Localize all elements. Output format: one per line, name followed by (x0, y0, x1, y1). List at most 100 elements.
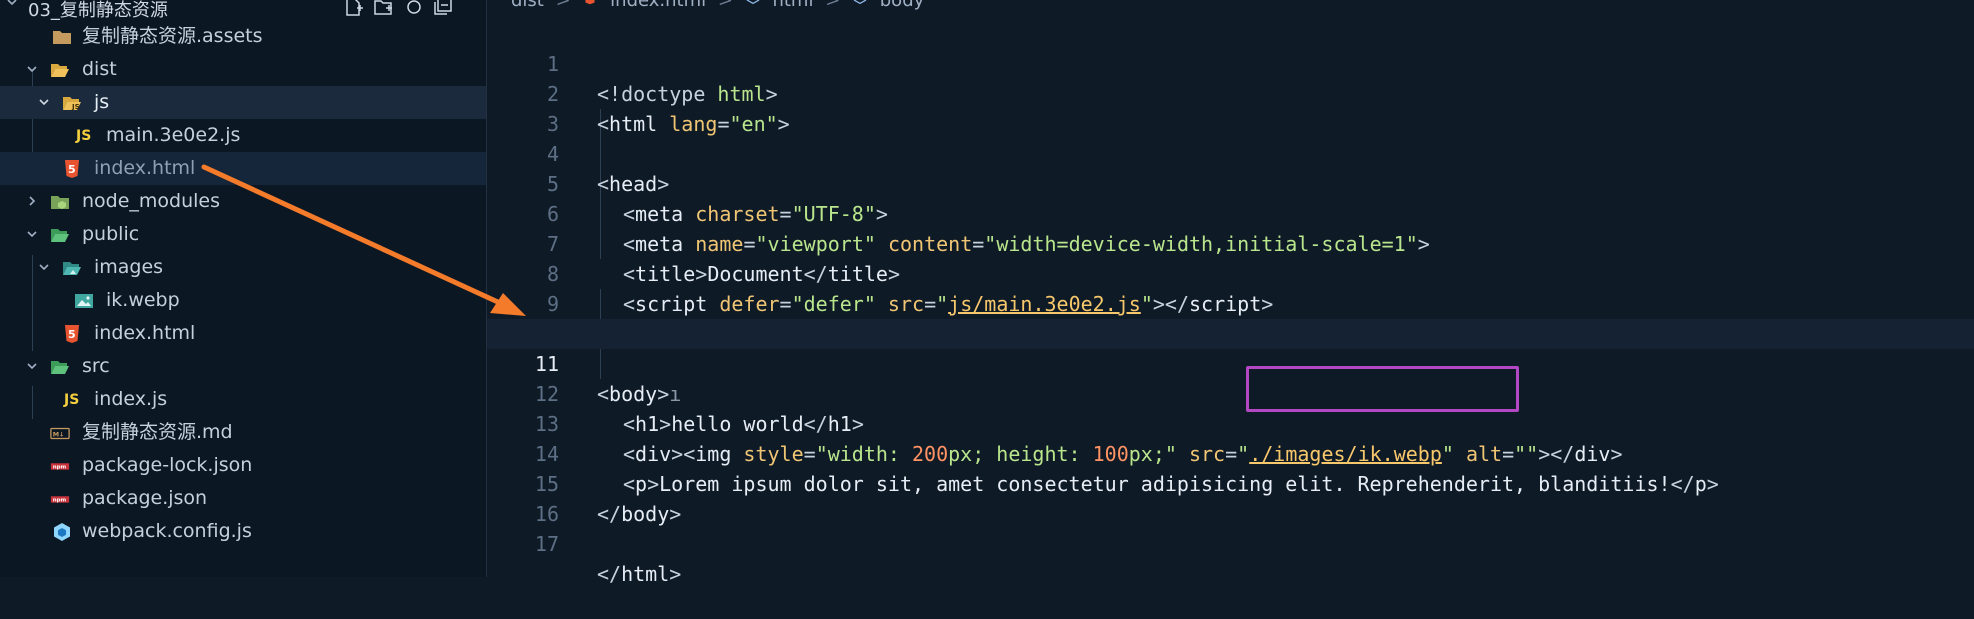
code-line[interactable]: 8 <script defer="defer" src="js/main.3e0… (487, 229, 1974, 316)
tree-item-node-modules-folder[interactable]: node_modules (0, 185, 486, 218)
markdown-file-icon: M↓ (50, 427, 70, 440)
svg-text:JS: JS (71, 103, 80, 111)
tree-item-ik-webp[interactable]: ik.webp (0, 284, 486, 317)
chevron-down-icon (7, 0, 17, 6)
tree-item-markdown-file[interactable]: M↓ 复制静态资源.md (0, 416, 486, 449)
chevron-right-icon: > (825, 0, 841, 11)
explorer-sidebar: 03_复制静态资源 复制静态资源.assets dist JS js JS ma… (0, 0, 487, 577)
tree-item-assets-folder[interactable]: 复制静态资源.assets (0, 20, 486, 53)
code-line[interactable]: 13 <div><img style="width: 200px; height… (487, 379, 1974, 466)
folder-icon (53, 31, 71, 44)
breadcrumb-item-dist[interactable]: dist (511, 0, 544, 11)
tree-item-package-json[interactable]: npm package.json (0, 482, 486, 515)
tree-item-label: images (94, 256, 164, 278)
code-line[interactable]: 1 <!doctype html> (487, 19, 1974, 106)
tree-item-label: webpack.config.js (82, 520, 252, 542)
highlight-box-annotation (1246, 366, 1519, 412)
line-number: 17 (534, 532, 559, 556)
tree-item-label: 复制静态资源.assets (82, 25, 263, 47)
chevron-right-icon: > (555, 0, 571, 11)
tree-item-label: 复制静态资源.md (82, 421, 233, 443)
tree-item-label: dist (82, 58, 117, 80)
tree-item-public-index-html[interactable]: 5 index.html (0, 317, 486, 350)
node-folder-icon (51, 196, 69, 209)
tree-item-js-folder[interactable]: JS js (0, 86, 486, 119)
new-file-icon[interactable] (344, 0, 364, 16)
tree-item-label: index.js (94, 388, 168, 410)
folder-open-icon (51, 361, 69, 374)
npm-file-icon: npm (50, 463, 70, 471)
js-file-icon: JS (76, 128, 92, 144)
collapse-all-icon[interactable] (434, 0, 454, 16)
chevron-right-icon: > (717, 0, 733, 11)
html-file-icon: 5 (65, 325, 79, 343)
html-file-icon: 5 (65, 160, 79, 178)
svg-text:npm: npm (53, 498, 67, 504)
svg-text:npm: npm (53, 465, 67, 471)
code-line[interactable]: 9 </head> (487, 259, 1974, 346)
chevron-right-icon (29, 196, 36, 206)
explorer-root-header[interactable]: 03_复制静态资源 (0, 0, 486, 21)
code-editor[interactable]: dist > 5 index.html > html > body 1 <!do… (487, 0, 1974, 586)
code-line[interactable]: 4 <head> (487, 109, 1974, 196)
svg-text:5: 5 (68, 328, 76, 341)
tree-item-src-folder[interactable]: src (0, 350, 486, 383)
code-line[interactable]: 2 <html lang="en"> (487, 49, 1974, 136)
new-folder-icon[interactable] (374, 0, 394, 16)
code-line[interactable]: 12 <h1>hello world</h1> (487, 349, 1974, 436)
code-text: </html> (597, 562, 682, 586)
code-line[interactable]: 3 (487, 79, 1974, 136)
code-line[interactable]: 14 <p>Lorem ipsum dolor sit, amet consec… (487, 409, 1974, 496)
tree-item-label: index.html (94, 322, 196, 344)
chevron-down-icon (27, 363, 37, 370)
tree-item-dist-index-html[interactable]: 5 index.html (0, 152, 486, 185)
tree-item-label: src (82, 355, 110, 377)
tree-item-label: js (94, 91, 110, 113)
chevron-down-icon (39, 264, 49, 271)
breadcrumb-item-html[interactable]: html (772, 0, 813, 11)
chevron-down-icon (39, 99, 49, 106)
code-line[interactable]: 10 (487, 289, 1974, 346)
refresh-icon[interactable] (404, 0, 424, 16)
tree-item-public-folder[interactable]: public (0, 218, 486, 251)
breadcrumb: dist > 5 index.html > html > body (511, 0, 924, 13)
folder-open-icon (51, 229, 69, 242)
tree-item-src-index-js[interactable]: JS index.js (0, 383, 486, 416)
chevron-down-icon (27, 231, 37, 238)
tree-item-images-folder[interactable]: images (0, 251, 486, 284)
tree-item-dist-folder[interactable]: dist (0, 53, 486, 86)
explorer-root-label: 03_复制静态资源 (28, 0, 168, 21)
tree-item-label: ik.webp (106, 289, 180, 311)
tree-item-label: index.html (94, 157, 196, 179)
image-folder-icon (63, 262, 81, 275)
code-line[interactable]: 15 </body> (487, 439, 1974, 526)
html-file-icon: 5 (585, 0, 596, 5)
code-line[interactable]: 5 <meta charset="UTF-8"> (487, 139, 1974, 226)
code-line[interactable]: 7 <title>Document</title> (487, 199, 1974, 286)
breadcrumb-item-file[interactable]: index.html (610, 0, 706, 11)
code-line[interactable]: 6 <meta name="viewport" content="width=d… (487, 169, 1974, 256)
js-file-icon: JS (64, 392, 80, 408)
tree-item-webpack-config[interactable]: webpack.config.js (0, 515, 486, 548)
code-line[interactable]: 16 (487, 469, 1974, 526)
folder-open-js-icon: JS (63, 97, 81, 111)
tree-item-label: package-lock.json (82, 454, 253, 476)
breadcrumb-item-body[interactable]: body (880, 0, 925, 11)
webpack-file-icon (54, 523, 70, 541)
tree-item-package-lock-json[interactable]: npm package-lock.json (0, 449, 486, 482)
tree-item-label: node_modules (82, 190, 221, 212)
tree-item-main-js[interactable]: JS main.3e0e2.js (0, 119, 486, 152)
image-file-icon (75, 294, 93, 308)
svg-text:M↓: M↓ (53, 432, 65, 439)
code-line[interactable]: 17 </html> (487, 499, 1974, 586)
svg-text:5: 5 (68, 163, 76, 176)
tree-item-label: package.json (82, 487, 208, 509)
chevron-down-icon (27, 66, 37, 73)
code-line-current[interactable]: 11 <body>ı (487, 319, 1974, 406)
symbol-element-icon (746, 0, 759, 5)
folder-open-icon (51, 64, 69, 77)
svg-text:5: 5 (587, 0, 593, 3)
npm-file-icon: npm (50, 496, 70, 504)
symbol-element-icon (853, 0, 867, 5)
tree-item-label: public (82, 223, 140, 245)
